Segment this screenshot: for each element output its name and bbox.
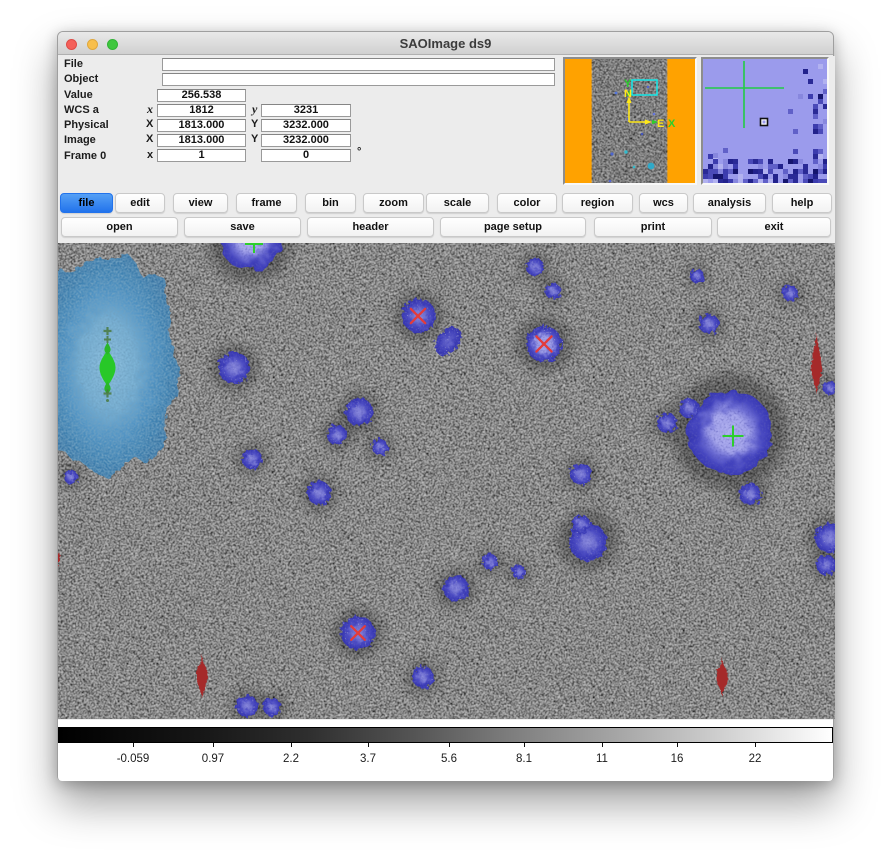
- svg-text:X: X: [668, 118, 676, 130]
- svg-text:E: E: [657, 118, 664, 130]
- svg-text:Y: Y: [624, 78, 632, 90]
